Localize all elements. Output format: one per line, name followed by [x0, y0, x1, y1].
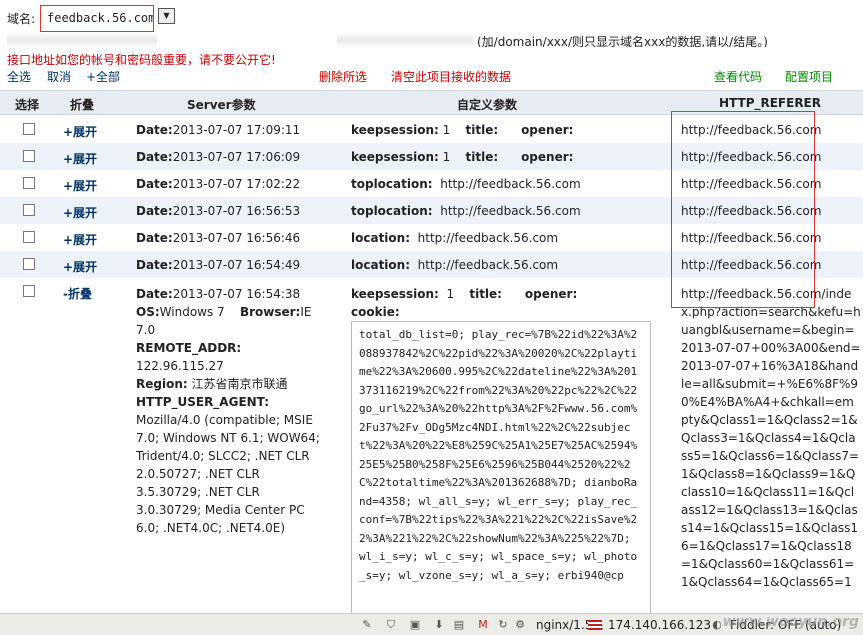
server-detail: Date:2013-07-07 16:54:38 OS:Windows 7 Br…: [136, 287, 320, 535]
server-date: Date:2013-07-07 17:02:22: [136, 177, 301, 191]
api-url-row: (加/domain/xxx/则只显示域名xxx的数据,请以/结尾。): [7, 33, 767, 47]
row-checkbox[interactable]: [23, 285, 35, 297]
server-date: Date:2013-07-07 16:54:49: [136, 258, 301, 272]
collapse-toggle[interactable]: -折叠: [63, 285, 92, 302]
row-checkbox[interactable]: [23, 150, 35, 162]
expand-toggle[interactable]: +展开: [63, 204, 97, 221]
header-fold: 折叠: [70, 98, 95, 112]
custom-params: keepsession: 1 title: opener:: [351, 150, 574, 164]
page-icon[interactable]: ▤: [452, 619, 466, 631]
select-all-link[interactable]: 全选: [7, 68, 31, 85]
table-row-expanded: -折叠 Date:2013-07-07 16:54:38 OS:Windows …: [0, 278, 863, 621]
custom-params: location: http://feedback.56.com: [351, 231, 559, 245]
domain-input[interactable]: feedback.56.com: [40, 5, 154, 32]
redacted-area: [337, 33, 473, 47]
server-date: Date:2013-07-07 16:56:46: [136, 231, 301, 245]
row-checkbox[interactable]: [23, 123, 35, 135]
header-server: Server参数: [187, 98, 256, 112]
shield-icon[interactable]: ⛉: [384, 619, 398, 631]
row-checkbox[interactable]: [23, 177, 35, 189]
custom-detail: keepsession: 1 title: opener: cookie:: [351, 287, 578, 319]
clear-data-link[interactable]: 清空此项目接收的数据: [391, 68, 511, 85]
us-flag-icon: [588, 620, 602, 630]
expand-toggle[interactable]: +展开: [63, 231, 97, 248]
action-bar: 全选 取消 +全部 删除所选 清空此项目接收的数据 查看代码 配置项目: [0, 68, 863, 88]
config-project-link[interactable]: 配置项目: [785, 68, 833, 85]
domain-label: 域名:: [7, 12, 36, 26]
domain-bar: 域名: feedback.56.com ▼: [0, 0, 863, 34]
security-warning: 接口地址如您的帐号和密码般重要，请不要公开它!: [7, 53, 276, 67]
tool-icon[interactable]: ✎: [360, 619, 374, 631]
row-checkbox[interactable]: [23, 204, 35, 216]
cookie-textarea[interactable]: total_db_list=0; play_rec=%7B%22id%22%3A…: [351, 321, 651, 621]
referer-highlight-box: [671, 111, 815, 308]
custom-params: keepsession: 1 title: opener:: [351, 123, 574, 137]
expand-toggle[interactable]: +展开: [63, 177, 97, 194]
server-date: Date:2013-07-07 17:06:09: [136, 150, 301, 164]
gmail-icon[interactable]: M: [476, 619, 490, 631]
referer-url-full[interactable]: http://feedback.56.com/index.php?action=…: [681, 285, 861, 591]
expand-toggle[interactable]: +展开: [63, 150, 97, 167]
refresh-icon[interactable]: ↻: [496, 619, 510, 631]
server-date: Date:2013-07-07 17:09:11: [136, 123, 301, 137]
view-code-link[interactable]: 查看代码: [714, 68, 762, 85]
download-icon[interactable]: ⬇: [432, 619, 446, 631]
row-checkbox[interactable]: [23, 258, 35, 270]
custom-params: location: http://feedback.56.com: [351, 258, 559, 272]
server-ip: 174.140.166.123: [608, 618, 712, 632]
header-referer: HTTP_REFERER: [719, 96, 821, 110]
custom-params: toplocation: http://feedback.56.com: [351, 177, 581, 191]
chevron-down-icon[interactable]: ▼: [158, 8, 175, 24]
redacted-area: [7, 33, 157, 47]
watermark: www.wooyun.org: [722, 614, 859, 630]
bus-icon[interactable]: ▣: [408, 619, 422, 631]
row-checkbox[interactable]: [23, 231, 35, 243]
header-custom: 自定义参数: [457, 98, 518, 112]
api-hint: (加/domain/xxx/则只显示域名xxx的数据,请以/结尾。): [477, 35, 767, 47]
expand-toggle[interactable]: +展开: [63, 123, 97, 140]
expand-toggle[interactable]: +展开: [63, 258, 97, 275]
add-all-link[interactable]: +全部: [86, 68, 120, 85]
custom-params: toplocation: http://feedback.56.com: [351, 204, 581, 218]
gear-icon[interactable]: ⚙: [513, 619, 527, 631]
delete-selected-link[interactable]: 删除所选: [319, 68, 367, 85]
cancel-link[interactable]: 取消: [47, 68, 71, 85]
server-date: Date:2013-07-07 16:56:53: [136, 204, 301, 218]
header-select: 选择: [15, 98, 40, 112]
